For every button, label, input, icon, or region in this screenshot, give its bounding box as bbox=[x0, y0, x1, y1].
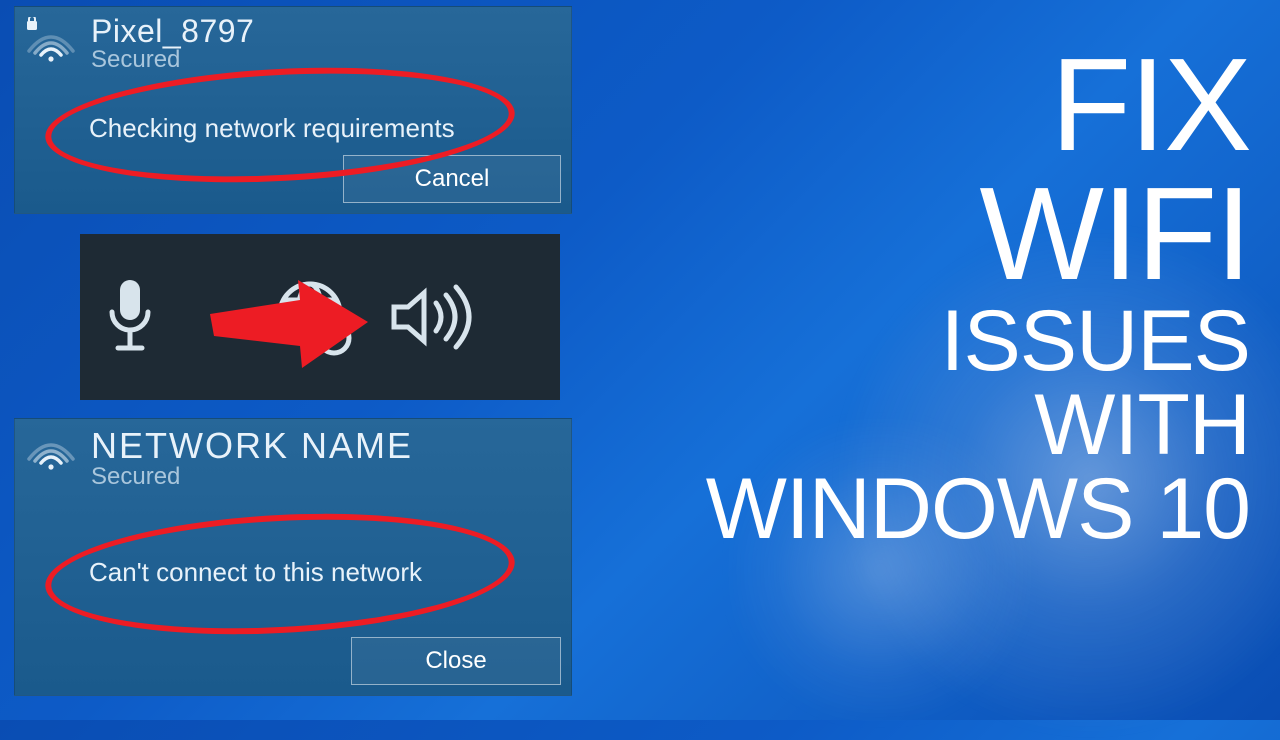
network-security-label: Secured bbox=[91, 463, 561, 491]
network-name: NETWORK NAME bbox=[91, 425, 561, 467]
cancel-button[interactable]: Cancel bbox=[343, 155, 561, 203]
headline-line-1: FIX bbox=[706, 40, 1250, 169]
wifi-error-panel: NETWORK NAME Secured Can't connect to th… bbox=[14, 418, 572, 696]
headline-line-4: WITH bbox=[706, 383, 1250, 467]
close-button[interactable]: Close bbox=[351, 637, 561, 685]
volume-icon[interactable] bbox=[386, 277, 486, 357]
taskbar-tray bbox=[80, 234, 560, 400]
headline: FIX WIFI ISSUES WITH WINDOWS 10 bbox=[706, 40, 1250, 552]
headline-line-2: WIFI bbox=[706, 169, 1250, 298]
network-status-text: Checking network requirements bbox=[89, 113, 455, 144]
headline-line-3: ISSUES bbox=[706, 299, 1250, 383]
microphone-icon[interactable] bbox=[100, 272, 160, 362]
headline-line-5: WINDOWS 10 bbox=[706, 467, 1250, 551]
network-no-internet-icon[interactable] bbox=[270, 274, 356, 360]
network-name: Pixel_8797 bbox=[91, 13, 561, 50]
wifi-connecting-panel: Pixel_8797 Secured Checking network requ… bbox=[14, 6, 572, 214]
wifi-secured-icon bbox=[21, 13, 81, 63]
wifi-icon bbox=[21, 425, 81, 475]
network-status-text: Can't connect to this network bbox=[89, 557, 422, 588]
network-security-label: Secured bbox=[91, 46, 561, 74]
